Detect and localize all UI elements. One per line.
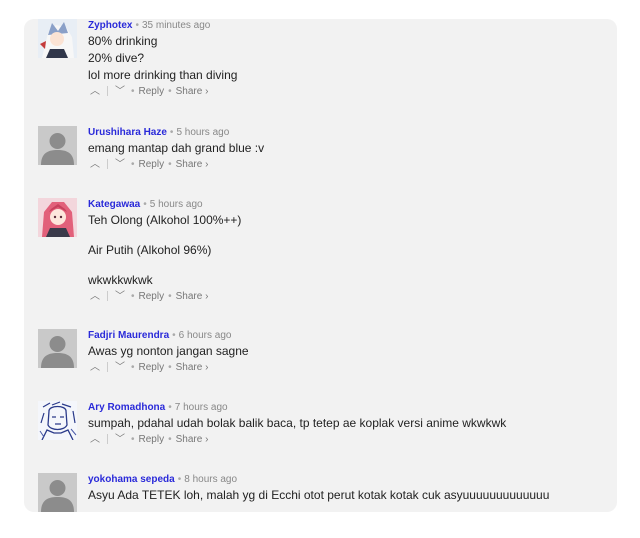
upvote-icon[interactable]: ︿ bbox=[88, 84, 102, 100]
downvote-icon[interactable]: ﹀ bbox=[113, 84, 127, 100]
action-separator: • bbox=[131, 362, 135, 373]
action-separator: • bbox=[131, 291, 135, 302]
reply-button[interactable]: Reply bbox=[139, 159, 165, 170]
vote-divider bbox=[107, 159, 108, 170]
comment-actions: ︿ ﹀ • Reply • Share › bbox=[88, 157, 608, 173]
comment-paragraph: Air Putih (Alkohol 96%) bbox=[88, 243, 212, 257]
vote-divider bbox=[107, 291, 108, 302]
comment-meta: Fadjri Maurendra • 6 hours ago bbox=[88, 329, 608, 343]
comment-list: Zyphotex • 35 minutes ago 80% drinking 20%… bbox=[24, 19, 617, 512]
comment-meta: Ary Romadhona • 7 hours ago bbox=[88, 401, 608, 415]
author-name[interactable]: Kategawaa bbox=[88, 199, 140, 210]
upvote-icon[interactable]: ︿ bbox=[88, 360, 102, 376]
comment-body: Kategawaa • 5 hours ago Teh Olong (Alkohol… bbox=[88, 198, 608, 305]
timestamp[interactable]: 5 hours ago bbox=[176, 127, 229, 138]
share-button[interactable]: Share › bbox=[176, 86, 209, 97]
vote-divider bbox=[107, 434, 108, 445]
vote-divider bbox=[107, 362, 108, 373]
author-name[interactable]: Zyphotex bbox=[88, 20, 132, 31]
upvote-icon[interactable]: ︿ bbox=[88, 157, 102, 173]
comment-text: Awas yg nonton jangan sagne bbox=[88, 343, 608, 360]
comment-paragraph: Teh Olong (Alkohol 100%++) bbox=[88, 213, 242, 227]
action-separator: • bbox=[168, 434, 172, 445]
meta-separator: • bbox=[135, 20, 139, 31]
comment-text: Asyu Ada TETEK loh, malah yg di Ecchi ot… bbox=[88, 487, 608, 504]
action-separator: • bbox=[168, 362, 172, 373]
comment-body: Urushihara Haze • 5 hours ago emang mantap… bbox=[88, 126, 608, 173]
author-name[interactable]: Ary Romadhona bbox=[88, 402, 165, 413]
upvote-icon[interactable]: ︿ bbox=[88, 289, 102, 305]
share-button[interactable]: Share › bbox=[176, 159, 209, 170]
reply-button[interactable]: Reply bbox=[139, 362, 165, 373]
comment-actions: ︿ ﹀ • Reply • Share › bbox=[88, 432, 608, 448]
reply-button[interactable]: Reply bbox=[139, 86, 165, 97]
meta-separator: • bbox=[177, 474, 182, 485]
comment-line: Asyu Ada TETEK loh, malah yg di Ecchi ot… bbox=[88, 488, 550, 502]
comment-line: emang mantap dah grand blue :v bbox=[88, 141, 265, 155]
comment-text: sumpah, pdahal udah bolak balik baca, tp… bbox=[88, 415, 608, 432]
avatar[interactable] bbox=[38, 473, 77, 512]
comment-body: Ary Romadhona • 7 hours ago sumpah, pdahal… bbox=[88, 401, 608, 448]
action-separator: • bbox=[131, 86, 135, 97]
author-name[interactable]: Urushihara Haze bbox=[88, 127, 167, 138]
comment-body: Fadjri Maurendra • 6 hours ago Awas yg non… bbox=[88, 329, 608, 376]
share-button[interactable]: Share › bbox=[176, 434, 209, 445]
comment-line: Awas yg nonton jangan sagne bbox=[88, 344, 249, 358]
avatar[interactable] bbox=[38, 401, 77, 440]
action-separator: • bbox=[168, 159, 172, 170]
reply-button[interactable]: Reply bbox=[139, 434, 165, 445]
vote-divider bbox=[107, 86, 108, 97]
timestamp[interactable]: 8 hours ago bbox=[184, 474, 237, 485]
action-separator: • bbox=[168, 86, 172, 97]
downvote-icon[interactable]: ﹀ bbox=[113, 360, 127, 376]
comment-actions: ︿ ﹀ • Reply • Share › bbox=[88, 84, 608, 100]
comment-actions: ︿ ﹀ • Reply • Share › bbox=[88, 289, 608, 305]
timestamp[interactable]: 6 hours ago bbox=[179, 330, 232, 341]
comment-meta: Kategawaa • 5 hours ago bbox=[88, 198, 608, 212]
avatar[interactable] bbox=[38, 198, 77, 237]
upvote-icon[interactable]: ︿ bbox=[88, 432, 102, 448]
meta-separator: • bbox=[143, 199, 147, 210]
avatar[interactable] bbox=[38, 126, 77, 165]
downvote-icon[interactable]: ﹀ bbox=[113, 289, 127, 305]
meta-separator: • bbox=[172, 330, 176, 341]
avatar[interactable] bbox=[38, 19, 77, 58]
action-separator: • bbox=[131, 434, 135, 445]
comment-body: Zyphotex • 35 minutes ago 80% drinking 20%… bbox=[88, 19, 608, 100]
timestamp[interactable]: 5 hours ago bbox=[150, 199, 203, 210]
comment-line: sumpah, pdahal udah bolak balik baca, tp… bbox=[88, 416, 507, 430]
comment-paragraph: wkwkkwkwk bbox=[88, 273, 153, 287]
downvote-icon[interactable]: ﹀ bbox=[113, 157, 127, 173]
share-button[interactable]: Share › bbox=[176, 291, 209, 302]
comment-body: yokohama sepeda • 8 hours ago Asyu Ada TET… bbox=[88, 473, 608, 504]
author-name[interactable]: yokohama sepeda bbox=[88, 474, 175, 485]
comment-meta: Zyphotex • 35 minutes ago bbox=[88, 19, 608, 33]
downvote-icon[interactable]: ﹀ bbox=[113, 432, 127, 448]
meta-separator: • bbox=[169, 127, 174, 138]
reply-button[interactable]: Reply bbox=[139, 291, 165, 302]
comment-actions: ︿ ﹀ • Reply • Share › bbox=[88, 360, 608, 376]
comment-text: emang mantap dah grand blue :v bbox=[88, 140, 608, 157]
comment-text: 80% drinking 20% dive? lol more drinking… bbox=[88, 33, 608, 84]
author-name[interactable]: Fadjri Maurendra bbox=[88, 330, 169, 341]
comment-line: 20% dive? bbox=[88, 51, 145, 65]
comment-meta: Urushihara Haze • 5 hours ago bbox=[88, 126, 608, 140]
share-button[interactable]: Share › bbox=[176, 362, 209, 373]
timestamp[interactable]: 35 minutes ago bbox=[142, 20, 210, 31]
comment-text: Teh Olong (Alkohol 100%++) Air Putih (Al… bbox=[88, 212, 608, 289]
comment-line: 80% drinking bbox=[88, 34, 158, 48]
meta-separator: • bbox=[168, 402, 172, 413]
action-separator: • bbox=[131, 159, 135, 170]
avatar[interactable] bbox=[38, 329, 77, 368]
action-separator: • bbox=[168, 291, 172, 302]
comment-meta: yokohama sepeda • 8 hours ago bbox=[88, 473, 608, 487]
comment-line: lol more drinking than diving bbox=[88, 68, 238, 82]
timestamp[interactable]: 7 hours ago bbox=[175, 402, 228, 413]
